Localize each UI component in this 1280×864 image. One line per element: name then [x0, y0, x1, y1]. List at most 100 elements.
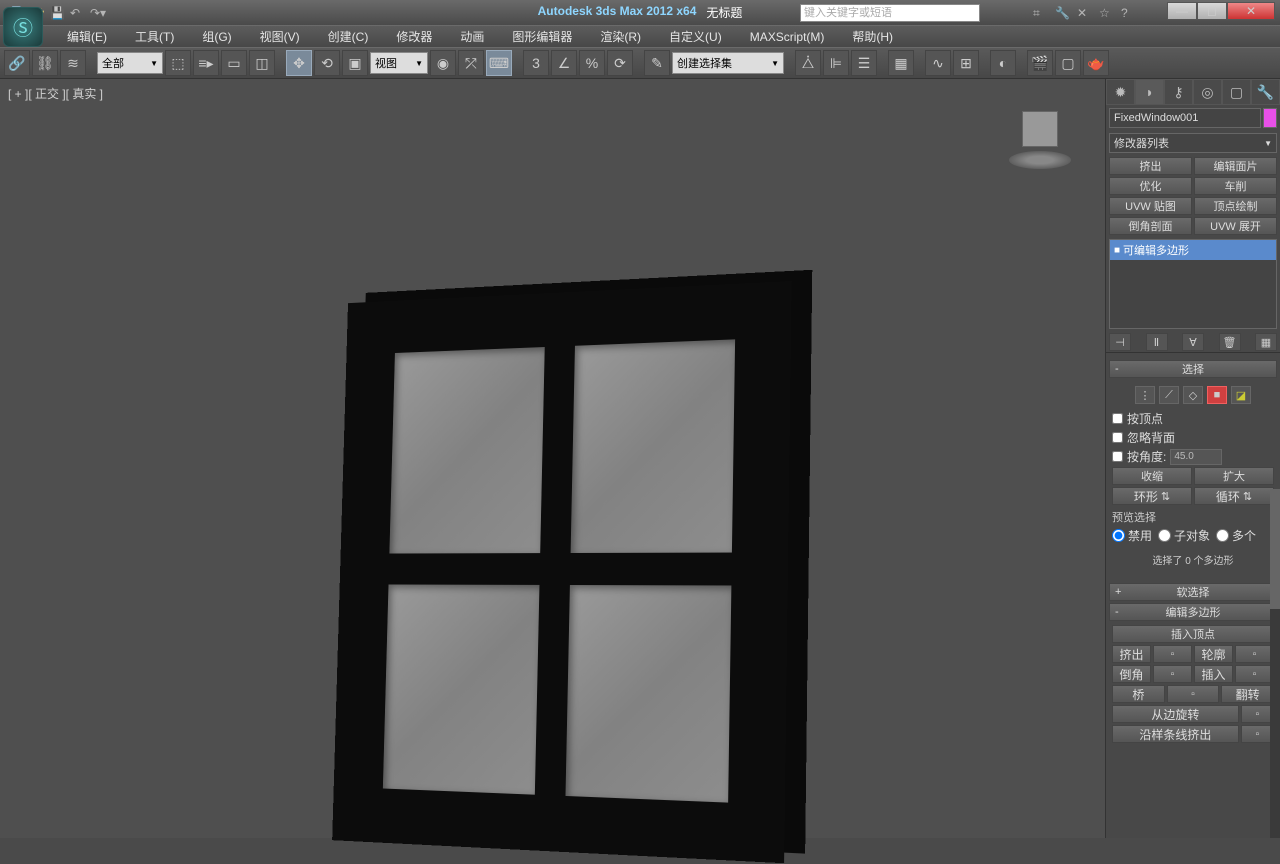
app-menu-button[interactable]: Ⓢ	[3, 7, 43, 47]
mod-uvw-unwrap[interactable]: UVW 展开	[1194, 217, 1277, 235]
scene-object[interactable]	[332, 281, 791, 863]
render-frame-icon[interactable]: ▢	[1055, 50, 1081, 76]
menu-custom[interactable]: 自定义(U)	[655, 26, 736, 48]
motion-tab-icon[interactable]: ◎	[1193, 79, 1222, 105]
object-color-swatch[interactable]	[1263, 108, 1277, 128]
pin-stack-icon[interactable]: ⊣	[1109, 333, 1131, 351]
key-icon[interactable]: 🔧	[1055, 6, 1069, 20]
help-search[interactable]: 键入关键字或短语	[800, 4, 980, 22]
subobj-polygon-icon[interactable]: ■	[1207, 386, 1227, 404]
menu-tools[interactable]: 工具(T)	[121, 26, 188, 48]
flip-button[interactable]: 翻转	[1221, 685, 1274, 703]
align-icon[interactable]: ⊫	[823, 50, 849, 76]
hinge-button[interactable]: 从边旋转	[1112, 705, 1239, 723]
viewport[interactable]: [ + ][ 正交 ][ 真实 ]	[0, 79, 1105, 838]
named-selection-set[interactable]: 创建选择集	[672, 52, 784, 74]
modifier-list-dropdown[interactable]: 修改器列表	[1109, 133, 1277, 153]
preview-sub-radio[interactable]: 子对象	[1158, 527, 1210, 544]
mod-lathe[interactable]: 车削	[1194, 177, 1277, 195]
menu-group[interactable]: 组(G)	[188, 26, 245, 48]
rollout-selection[interactable]: 选择	[1109, 360, 1277, 378]
hierarchy-tab-icon[interactable]: ⚷	[1164, 79, 1193, 105]
by-vertex-check[interactable]: 按顶点	[1112, 410, 1274, 427]
help-icon[interactable]: ?	[1121, 6, 1135, 20]
select-object-icon[interactable]: ⬚	[165, 50, 191, 76]
infocenter-icon[interactable]: ⌗	[1033, 6, 1047, 20]
viewport-label[interactable]: [ + ][ 正交 ][ 真实 ]	[8, 85, 103, 102]
exchange-icon[interactable]: ✕	[1077, 6, 1091, 20]
graphite-icon[interactable]: ▦	[888, 50, 914, 76]
extrude-spline-button[interactable]: 沿样条线挤出	[1112, 725, 1239, 743]
preview-multi-radio[interactable]: 多个	[1216, 527, 1256, 544]
link-icon[interactable]: 🔗	[4, 50, 30, 76]
star-icon[interactable]: ☆	[1099, 6, 1113, 20]
menu-help[interactable]: 帮助(H)	[838, 26, 907, 48]
select-region-icon[interactable]: ▭	[221, 50, 247, 76]
snap-3-icon[interactable]: 3	[523, 50, 549, 76]
maximize-button[interactable]: ◻	[1197, 2, 1227, 20]
stack-item-editable-poly[interactable]: 可编辑多边形	[1110, 240, 1276, 260]
preview-off-radio[interactable]: 禁用	[1112, 527, 1152, 544]
edit-named-icon[interactable]: ✎	[644, 50, 670, 76]
create-tab-icon[interactable]: ✹	[1106, 79, 1135, 105]
pivot-icon[interactable]: ◉	[430, 50, 456, 76]
remove-mod-icon[interactable]: 🗑	[1219, 333, 1241, 351]
minimize-button[interactable]: —	[1167, 2, 1197, 20]
grow-button[interactable]: 扩大	[1194, 467, 1274, 485]
configure-icon[interactable]: ▦	[1255, 333, 1277, 351]
mod-edit-patch[interactable]: 编辑面片	[1194, 157, 1277, 175]
rollout-edit-polygons[interactable]: 编辑多边形	[1109, 603, 1277, 621]
render-setup-icon[interactable]: 🎬	[1027, 50, 1053, 76]
unique-icon[interactable]: ∀	[1182, 333, 1204, 351]
redo-icon[interactable]: ↷▾	[90, 6, 104, 20]
modify-tab-icon[interactable]: ◗	[1135, 79, 1164, 105]
scale-icon[interactable]: ▣	[342, 50, 368, 76]
render-icon[interactable]: 🫖	[1083, 50, 1109, 76]
menu-create[interactable]: 创建(C)	[314, 26, 383, 48]
unlink-icon[interactable]: ⛓	[32, 50, 58, 76]
viewcube[interactable]	[1005, 109, 1075, 169]
mod-extrude[interactable]: 挤出	[1109, 157, 1192, 175]
menu-animation[interactable]: 动画	[446, 26, 498, 48]
ring-button[interactable]: 环形 ⇅	[1112, 487, 1192, 505]
inset-button[interactable]: 插入	[1194, 665, 1233, 683]
show-end-icon[interactable]: Ⅱ	[1146, 333, 1168, 351]
subobj-edge-icon[interactable]: ⟋	[1159, 386, 1179, 404]
percent-snap-icon[interactable]: %	[579, 50, 605, 76]
inset-settings-icon[interactable]: ▫	[1235, 665, 1274, 683]
extrude-button[interactable]: 挤出	[1112, 645, 1151, 663]
menu-views[interactable]: 视图(V)	[246, 26, 314, 48]
mod-uvw-map[interactable]: UVW 贴图	[1109, 197, 1192, 215]
subobj-vertex-icon[interactable]: ⋮	[1135, 386, 1155, 404]
menu-maxscript[interactable]: MAXScript(M)	[736, 26, 839, 48]
ignore-backfacing-check[interactable]: 忽略背面	[1112, 429, 1274, 446]
select-name-icon[interactable]: ≡▸	[193, 50, 219, 76]
manipulate-icon[interactable]: ⤱	[458, 50, 484, 76]
mirror-icon[interactable]: ⧊	[795, 50, 821, 76]
move-icon[interactable]: ✥	[286, 50, 312, 76]
modifier-stack[interactable]: 可编辑多边形	[1109, 239, 1277, 329]
object-name-input[interactable]	[1109, 108, 1261, 128]
ref-coord-system[interactable]: 视图	[370, 52, 428, 74]
bevel-button[interactable]: 倒角	[1112, 665, 1151, 683]
shrink-button[interactable]: 收缩	[1112, 467, 1192, 485]
mod-chamfer-profile[interactable]: 倒角剖面	[1109, 217, 1192, 235]
subobj-border-icon[interactable]: ◇	[1183, 386, 1203, 404]
rotate-icon[interactable]: ⟲	[314, 50, 340, 76]
angle-snap-icon[interactable]: ∠	[551, 50, 577, 76]
display-tab-icon[interactable]: ▢	[1222, 79, 1251, 105]
mod-vertex-paint[interactable]: 顶点绘制	[1194, 197, 1277, 215]
rollout-soft-selection[interactable]: 软选择	[1109, 583, 1277, 601]
menu-render[interactable]: 渲染(R)	[586, 26, 655, 48]
mod-optimize[interactable]: 优化	[1109, 177, 1192, 195]
menu-modifiers[interactable]: 修改器	[382, 26, 446, 48]
layer-icon[interactable]: ☰	[851, 50, 877, 76]
bridge-button[interactable]: 桥	[1112, 685, 1165, 703]
curve-editor-icon[interactable]: ∿	[925, 50, 951, 76]
schematic-icon[interactable]: ⊞	[953, 50, 979, 76]
outline-settings-icon[interactable]: ▫	[1235, 645, 1274, 663]
close-button[interactable]: ✕	[1227, 2, 1275, 20]
utilities-tab-icon[interactable]: 🔧	[1251, 79, 1280, 105]
menu-edit[interactable]: 编辑(E)	[53, 26, 121, 48]
spinner-snap-icon[interactable]: ⟳	[607, 50, 633, 76]
